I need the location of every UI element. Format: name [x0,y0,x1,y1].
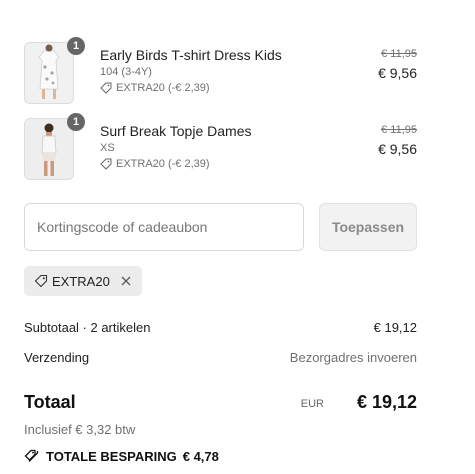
item-variant: XS [100,142,115,154]
double-tag-icon [24,449,39,462]
close-icon[interactable] [120,275,132,287]
item-name[interactable]: Early Birds T-shirt Dress Kids [100,47,282,63]
quantity-badge: 1 [67,113,85,131]
item-discount-text: EXTRA20 (-€ 2,39) [116,82,210,94]
apply-button[interactable]: Toepassen [319,203,417,251]
quantity-badge: 1 [67,37,85,55]
item-discount-text: EXTRA20 (-€ 2,39) [116,158,210,170]
item-old-price: € 11,95 [381,48,417,60]
total-savings: TOTALE BESPARING € 4,78 [24,448,219,464]
shipping-label: Verzending [24,350,90,365]
savings-value: € 4,78 [182,448,219,464]
product-image[interactable]: 1 [24,113,85,180]
savings-label: TOTALE BESPARING [46,448,177,464]
cart-item: 1 Early Birds T-shirt Dress Kids 104 (3-… [24,37,417,106]
subtotal-label: Subtotaal · 2 artikelen [24,320,151,335]
item-discount: EXTRA20 (-€ 2,39) [100,158,210,170]
tax-note: Inclusief € 3,32 btw [24,422,136,437]
tag-icon [34,274,48,288]
item-price: € 9,56 [378,141,417,157]
tag-icon [100,82,112,94]
tag-icon [100,158,112,170]
item-name[interactable]: Surf Break Topje Dames [100,123,251,139]
item-variant: 104 (3-4Y) [100,66,152,78]
subtotal-value: € 19,12 [373,320,417,335]
applied-code-chip: EXTRA20 [24,266,142,296]
applied-code-label: EXTRA20 [52,273,110,289]
shipping-value: Bezorgadres invoeren [289,350,417,365]
discount-code-input[interactable] [24,203,304,251]
total-label: Totaal [24,392,76,412]
item-price: € 9,56 [378,65,417,81]
product-image[interactable]: 1 [24,37,85,104]
product-image-top [25,119,73,179]
total-currency: EUR [300,398,324,410]
cart-item: 1 Surf Break Topje Dames XS EXTRA20 (-€ … [24,113,417,182]
product-image-dress [25,43,73,103]
total-value: € 19,12 [356,392,417,412]
item-old-price: € 11,95 [381,124,417,136]
item-discount: EXTRA20 (-€ 2,39) [100,82,210,94]
